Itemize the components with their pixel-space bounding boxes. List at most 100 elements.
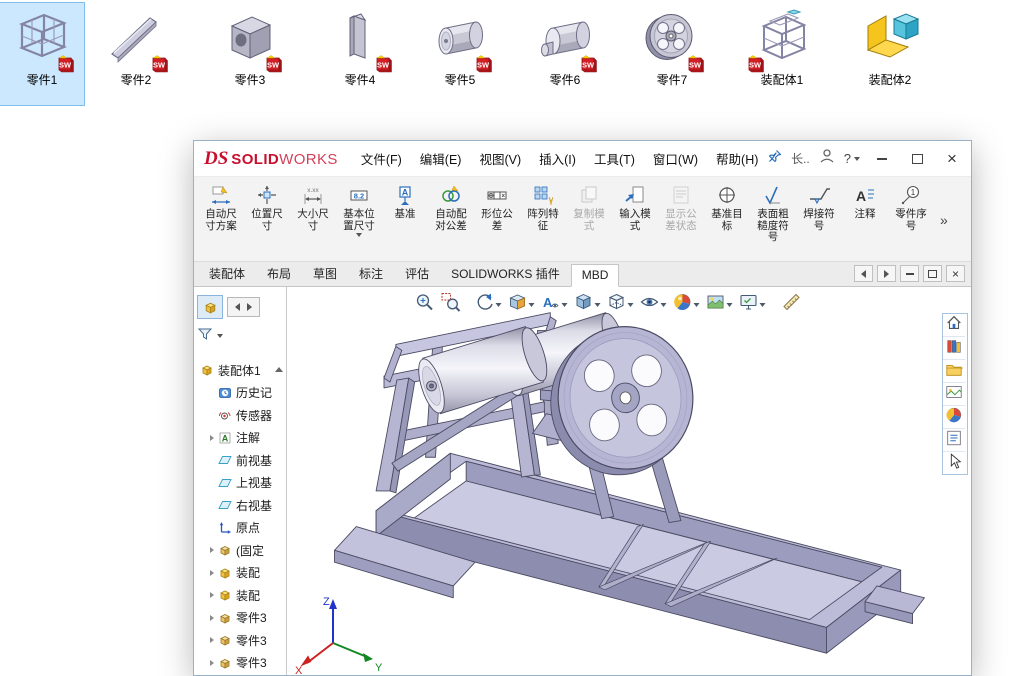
tab-scroll-left-icon[interactable] — [854, 265, 873, 282]
taskpane-custom-properties-button[interactable] — [943, 429, 965, 452]
desktop-icon-零件6[interactable]: SW零件6 — [523, 3, 607, 105]
ribbon-datum-button[interactable]: A基准 — [382, 179, 428, 261]
maximize-button[interactable] — [904, 148, 930, 170]
tree-item-装配[interactable]: 装配 — [194, 562, 286, 585]
help-button[interactable]: ? — [844, 151, 860, 166]
chevron-down-icon — [661, 303, 667, 307]
menu-item-1[interactable]: 编辑(E) — [411, 149, 471, 168]
tree-filter-button[interactable] — [197, 325, 223, 347]
expander-icon[interactable] — [206, 435, 217, 441]
taskpane-file-explorer-button[interactable] — [943, 360, 965, 383]
tree-item-传感器[interactable]: 传感器 — [194, 404, 286, 427]
expander-icon[interactable] — [206, 547, 217, 553]
ribbon-basic-dimension-button[interactable]: 8.2基本位置尺寸 — [336, 179, 382, 261]
ribbon-location-dimension-button[interactable]: 位置尺寸 — [244, 179, 290, 261]
tab-评估[interactable]: 评估 — [394, 261, 440, 287]
panel-tab-scroller[interactable] — [227, 297, 260, 317]
menu-item-4[interactable]: 工具(T) — [585, 149, 644, 168]
edit-appearance-button[interactable] — [671, 291, 702, 318]
expander-icon[interactable] — [206, 570, 217, 576]
desktop-icon-零件7[interactable]: SW零件7 — [630, 3, 714, 105]
display-style-button[interactable] — [605, 291, 636, 318]
desktop-icon-零件5[interactable]: SW零件5 — [418, 3, 502, 105]
tab-标注[interactable]: 标注 — [348, 261, 394, 287]
tree-item-右视基[interactable]: 右视基 — [194, 494, 286, 517]
ribbon-size-dimension-button[interactable]: x.xx大小尺寸 — [290, 179, 336, 261]
tab-MBD[interactable]: MBD — [571, 264, 620, 287]
graphics-area[interactable]: A — [287, 287, 971, 675]
menu-item-2[interactable]: 视图(V) — [470, 149, 530, 168]
previous-view-button[interactable] — [473, 291, 504, 318]
menu-item-6[interactable]: 帮助(H) — [707, 149, 767, 168]
tree-item-注解[interactable]: A注解 — [194, 427, 286, 450]
pin-icon[interactable] — [768, 149, 782, 168]
ribbon-overflow-button[interactable]: » — [935, 212, 953, 228]
featuremanager-tree-tab[interactable] — [197, 295, 223, 319]
tab-布局[interactable]: 布局 — [256, 261, 302, 287]
tree-item-(固定[interactable]: (固定 — [194, 539, 286, 562]
close-button[interactable]: × — [939, 148, 965, 170]
desktop-icon-零件4[interactable]: SW零件4 — [318, 3, 402, 105]
tree-item-上视基[interactable]: 上视基 — [194, 472, 286, 495]
user-icon[interactable] — [819, 148, 835, 169]
section-view-icon — [508, 292, 528, 317]
minimize-button[interactable] — [869, 148, 895, 170]
hide-show-button[interactable] — [638, 291, 669, 318]
expander-icon[interactable] — [206, 660, 217, 666]
taskpane-selection-arrow-button[interactable] — [943, 452, 965, 474]
doc-close-button[interactable]: × — [946, 265, 965, 282]
ribbon-auto-pair-tolerance-button[interactable]: 自动配对公差 — [428, 179, 474, 261]
user-name[interactable]: 长.. — [791, 150, 810, 167]
menu-item-5[interactable]: 窗口(W) — [644, 149, 707, 168]
apply-scene-button[interactable] — [704, 291, 735, 318]
desktop-icon-装配体1[interactable]: SW装配体1 — [740, 3, 824, 105]
expander-icon[interactable] — [206, 592, 217, 598]
desktop-icon-装配体2[interactable]: 装配体2 — [848, 3, 932, 105]
zoom-area-button[interactable] — [439, 291, 463, 318]
ribbon-weld-symbol-button[interactable]: 焊接符号 — [796, 179, 842, 261]
tree-item-历史记[interactable]: 历史记 — [194, 382, 286, 405]
tab-scroll-right-icon[interactable] — [877, 265, 896, 282]
tree-item-装配[interactable]: 装配 — [194, 584, 286, 607]
desktop-icon-零件1[interactable]: SW零件1 — [0, 3, 84, 105]
ribbon-datum-target-button[interactable]: 基准目标 — [704, 179, 750, 261]
measure-button[interactable] — [780, 291, 804, 318]
expander-icon[interactable] — [206, 615, 217, 621]
ribbon-pattern-feature-button[interactable]: 阵列特征 — [520, 179, 566, 261]
ribbon-geometric-tolerance-button[interactable]: 形位公差 — [474, 179, 520, 261]
ribbon-balloon-button[interactable]: 1零件序号 — [888, 179, 934, 261]
ribbon-import-scheme-button[interactable]: 输入模式 — [612, 179, 658, 261]
tree-item-零件3[interactable]: 零件3 — [194, 607, 286, 630]
model-3d[interactable] — [287, 287, 971, 675]
expander-icon[interactable] — [206, 637, 217, 643]
tab-SOLIDWORKS 插件[interactable]: SOLIDWORKS 插件 — [440, 261, 571, 287]
taskpane-design-library-button[interactable] — [943, 337, 965, 360]
view-orientation-button[interactable] — [572, 291, 603, 318]
doc-restore-button[interactable] — [923, 265, 942, 282]
section-view-button[interactable] — [506, 291, 537, 318]
chevron-right-icon[interactable] — [247, 303, 252, 311]
annotation-view-button[interactable]: A — [539, 291, 570, 318]
menu-item-3[interactable]: 插入(I) — [530, 149, 585, 168]
chevron-left-icon[interactable] — [235, 303, 240, 311]
tree-item-零件3[interactable]: 零件3 — [194, 629, 286, 652]
tab-装配体[interactable]: 装配体 — [198, 261, 256, 287]
desktop-icon-零件3[interactable]: SW零件3 — [208, 3, 292, 105]
tree-item-原点[interactable]: 原点 — [194, 517, 286, 540]
zoom-fit-button[interactable] — [413, 291, 437, 318]
ribbon-note-button[interactable]: A注释 — [842, 179, 888, 261]
tree-item-前视基[interactable]: 前视基 — [194, 449, 286, 472]
desktop-icon-零件2[interactable]: SW零件2 — [94, 3, 178, 105]
tree-item-零件[interactable]: 零件 — [194, 674, 286, 675]
tree-item-零件3[interactable]: 零件3 — [194, 652, 286, 675]
ribbon-auto-dimension-scheme-button[interactable]: 自动尺寸方案 — [198, 179, 244, 261]
taskpane-home-button[interactable] — [943, 314, 965, 337]
tree-scroll-up-icon[interactable] — [273, 363, 284, 375]
taskpane-view-palette-button[interactable] — [943, 383, 965, 406]
menu-item-0[interactable]: 文件(F) — [352, 149, 411, 168]
tab-草图[interactable]: 草图 — [302, 261, 348, 287]
taskpane-appearances-button[interactable] — [943, 406, 965, 429]
doc-minimize-button[interactable] — [900, 265, 919, 282]
view-settings-button[interactable] — [737, 291, 768, 318]
ribbon-surface-finish-button[interactable]: 表面粗糙度符号 — [750, 179, 796, 261]
